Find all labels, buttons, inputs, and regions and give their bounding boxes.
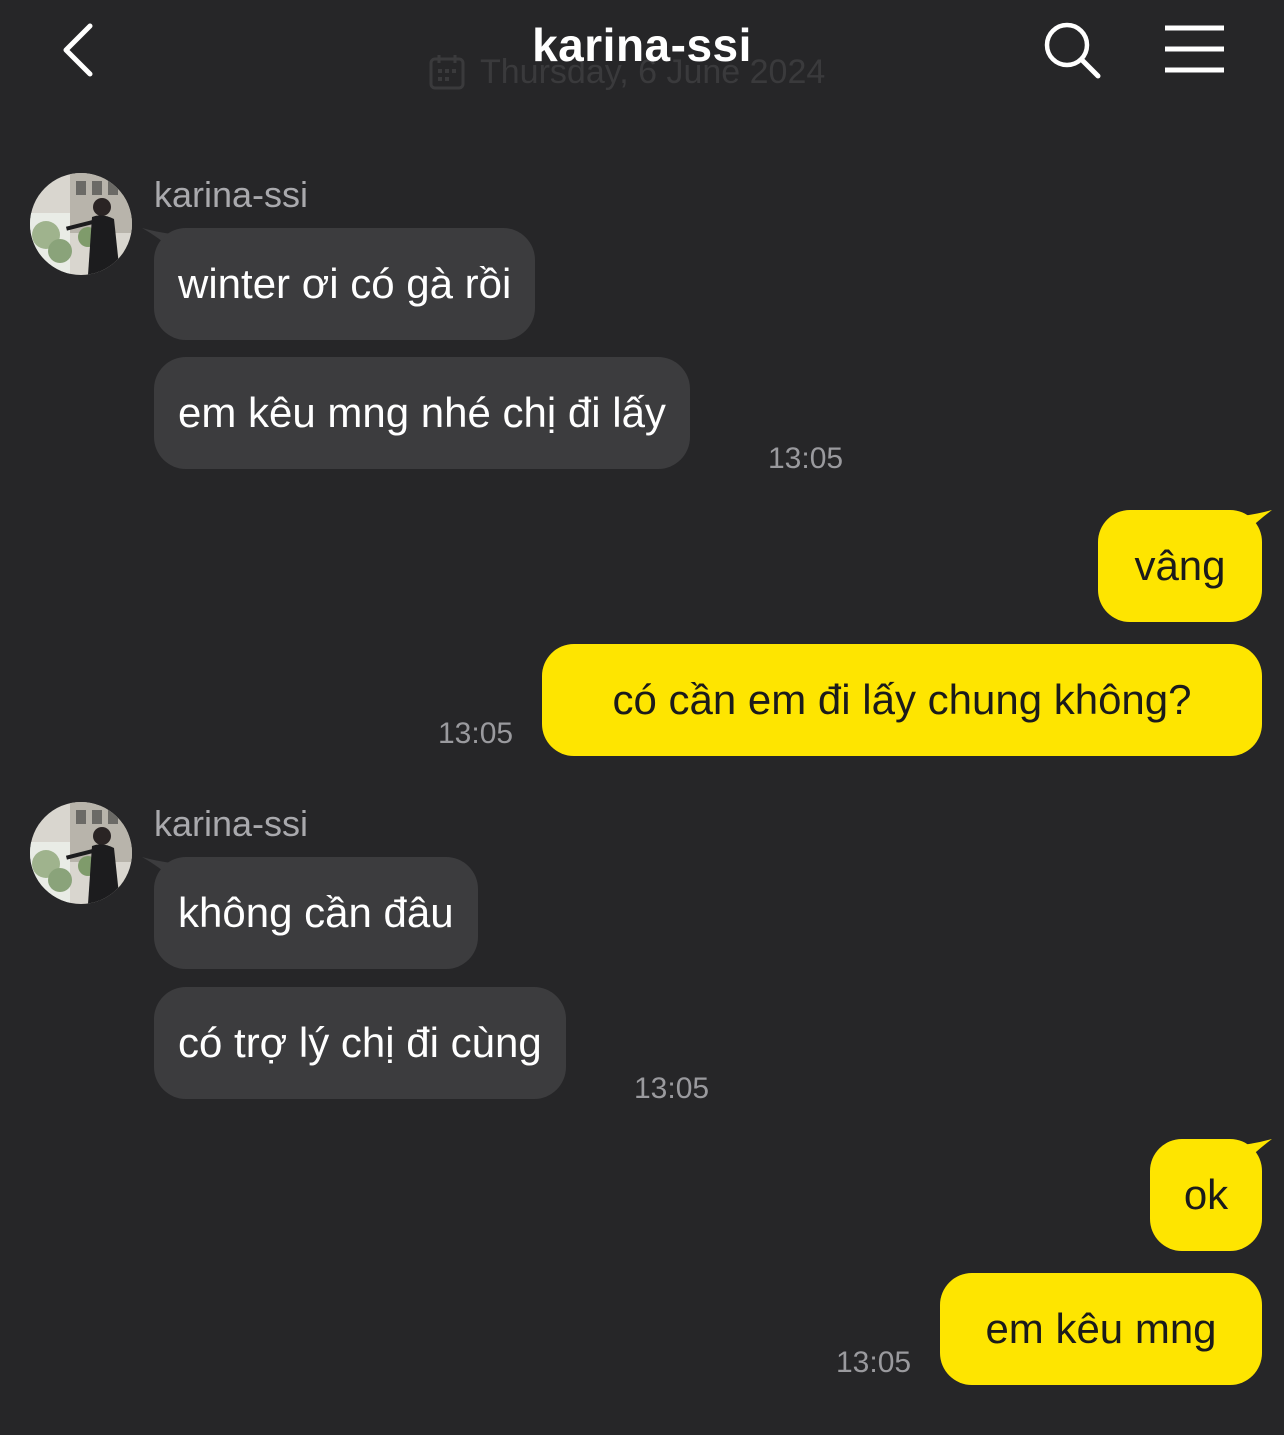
message-text: em kêu mng [985,1305,1217,1352]
chat-header: Thursday, 6 June 2024 karina-ssi [0,0,1284,110]
message-bubble-outgoing[interactable]: em kêu mng [940,1273,1262,1385]
message-bubble-outgoing[interactable]: ok [1150,1139,1262,1251]
avatar[interactable] [30,173,132,275]
profile-photo [30,173,132,275]
message-bubble-incoming[interactable]: có trợ lý chị đi cùng [154,987,566,1099]
message-text: em kêu mng nhé chị đi lấy [178,389,666,436]
message-bubble-incoming[interactable]: em kêu mng nhé chị đi lấy [154,357,690,469]
message-bubble-incoming[interactable]: winter ơi có gà rồi [154,228,536,340]
sender-name: karina-ssi [154,174,309,215]
message-bubble-outgoing[interactable]: có cần em đi lấy chung không? [542,644,1262,756]
message-timestamp: 13:05 [836,1346,912,1379]
avatar[interactable] [30,802,132,904]
message-timestamp: 13:05 [768,442,844,475]
message-text: ok [1183,1171,1229,1218]
message-text: có cần em đi lấy chung không? [612,676,1192,723]
message-text: có trợ lý chị đi cùng [178,1019,542,1066]
message-text: không cần đâu [178,889,454,936]
message-text: winter ơi có gà rồi [178,260,512,307]
message-timestamp: 13:05 [438,717,514,750]
message-text: vâng [1134,542,1226,589]
chat-title: karina-ssi [532,19,752,71]
sender-name: karina-ssi [154,803,309,844]
message-bubble-outgoing[interactable]: vâng [1098,510,1262,622]
message-bubble-incoming[interactable]: không cần đâu [154,857,478,969]
message-timestamp: 13:05 [634,1072,710,1105]
profile-photo [30,802,132,904]
